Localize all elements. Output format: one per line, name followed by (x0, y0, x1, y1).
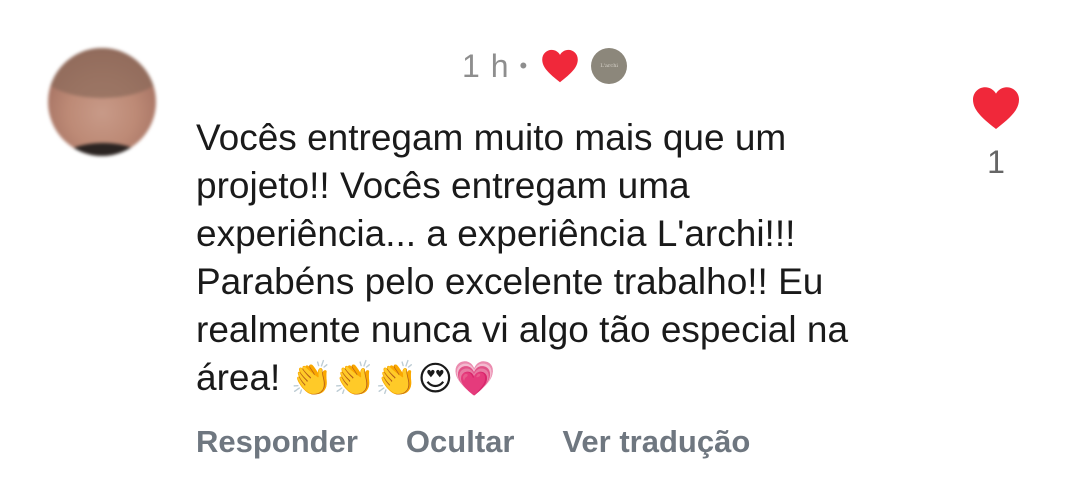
comment-time: 1 h (462, 47, 510, 84)
comment-emojis: 👏👏👏😍💗 (290, 359, 496, 399)
like-count: 1 (987, 144, 1005, 180)
creator-heart-icon (542, 49, 578, 83)
comment-text: Vocês entregam muito mais que um projeto… (196, 117, 849, 398)
avatar-hair (48, 48, 156, 98)
reply-button[interactable]: Responder (196, 424, 358, 460)
meta-separator: • (519, 53, 528, 78)
translate-button[interactable]: Ver tradução (562, 424, 750, 460)
user-avatar[interactable] (48, 48, 156, 156)
comment-actions: Responder Ocultar Ver tradução (196, 424, 750, 460)
comment-body: Vocês entregam muito mais que um projeto… (196, 114, 916, 403)
comment-meta: 1 h • L'archi (462, 44, 628, 88)
hide-button[interactable]: Ocultar (406, 424, 515, 460)
like-column: 1 (972, 86, 1020, 181)
avatar-shoulder (58, 143, 148, 156)
creator-avatar[interactable]: L'archi (591, 48, 628, 84)
like-heart-icon[interactable] (972, 86, 1020, 130)
